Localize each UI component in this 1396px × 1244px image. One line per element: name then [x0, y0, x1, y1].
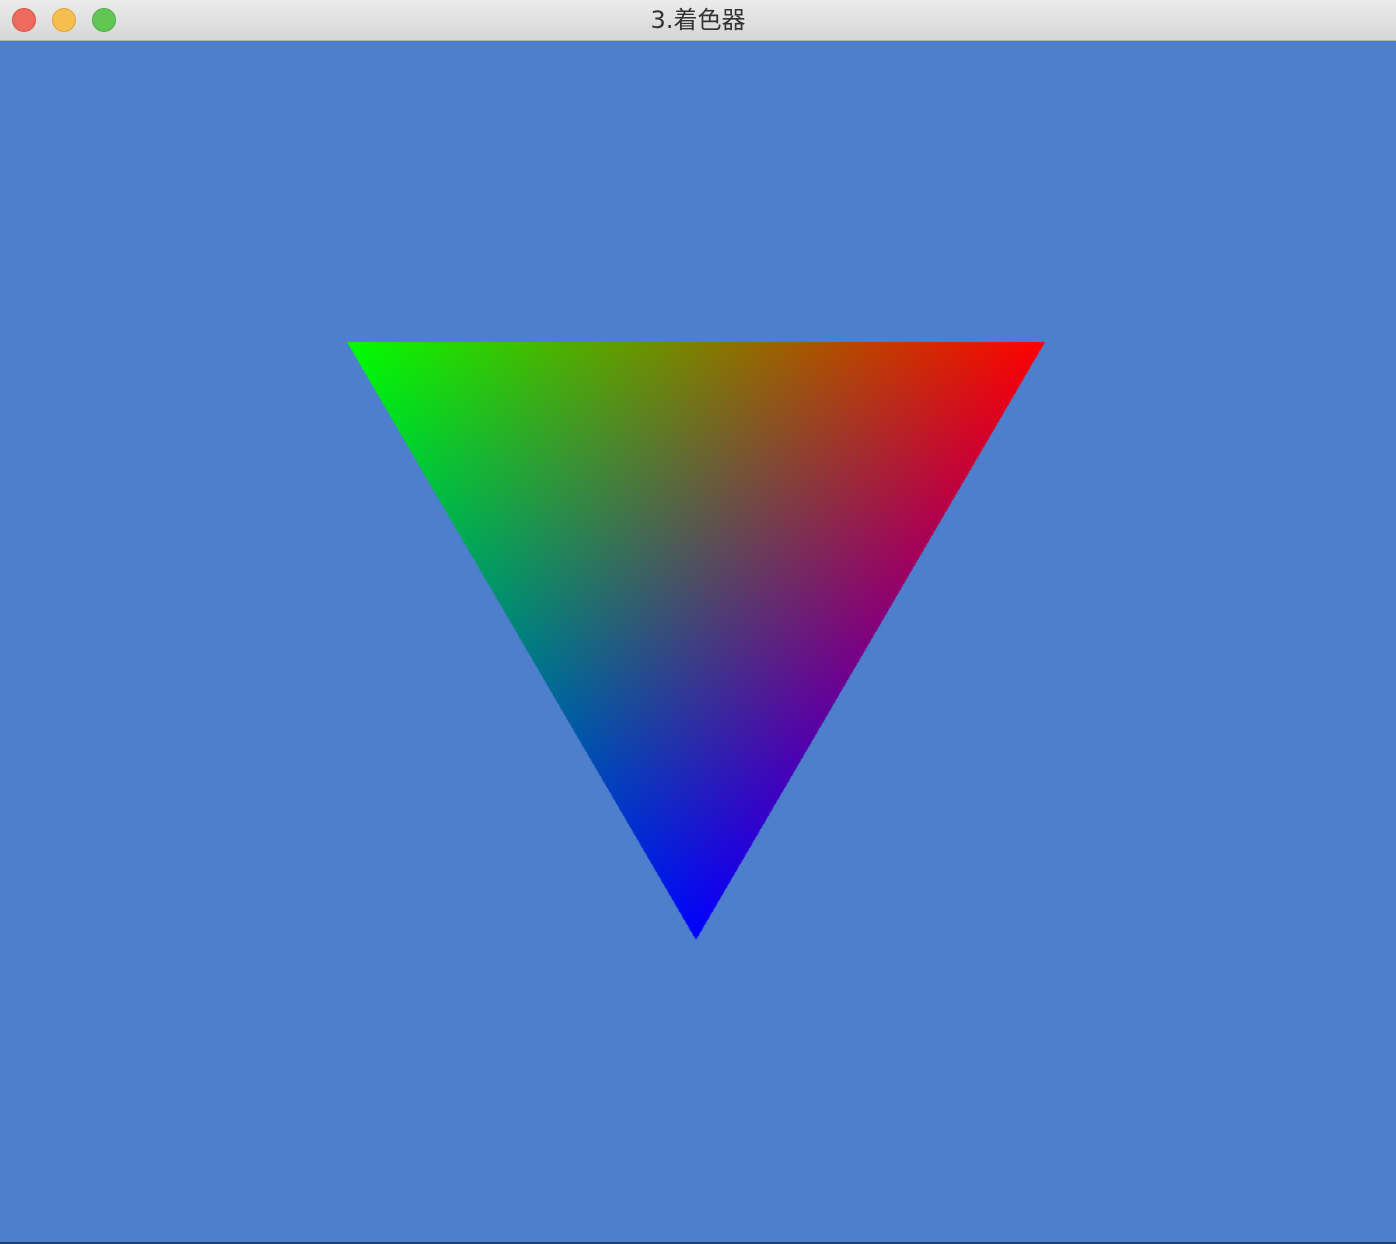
title-bar[interactable]: 3.着色器: [0, 0, 1396, 41]
app-window: 3.着色器: [0, 0, 1396, 1244]
window-title: 3.着色器: [650, 6, 746, 34]
shaded-triangle: [0, 42, 1396, 1242]
render-viewport: [0, 42, 1396, 1242]
